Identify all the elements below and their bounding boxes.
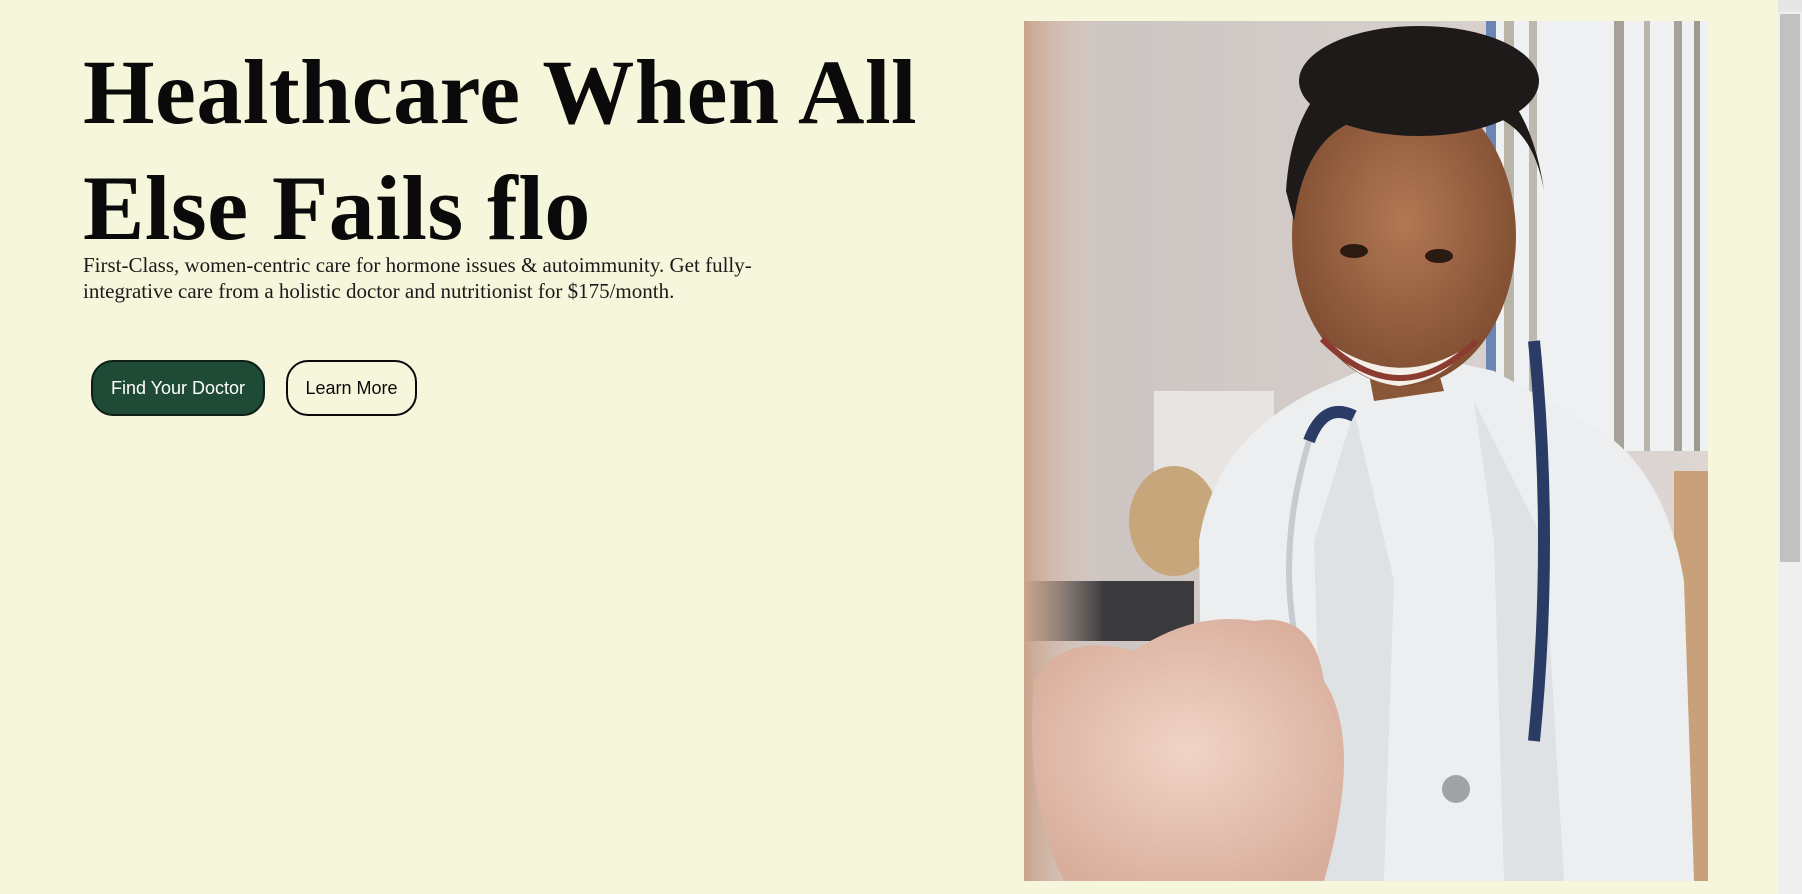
vertical-scrollbar[interactable] bbox=[1778, 0, 1802, 894]
hero-subtitle: First-Class, women-centric care for horm… bbox=[83, 253, 752, 303]
doctor-photo bbox=[1024, 21, 1708, 881]
hero-title: Healthcare When All Else Fails flo bbox=[83, 41, 918, 259]
page-viewport: Healthcare When All Else Fails flo First… bbox=[0, 0, 1778, 894]
find-your-doctor-button[interactable]: Find Your Doctor bbox=[91, 360, 265, 416]
scrollbar-thumb[interactable] bbox=[1780, 14, 1800, 562]
scroll-up-arrow-icon[interactable] bbox=[1778, 0, 1802, 12]
learn-more-button[interactable]: Learn More bbox=[286, 360, 417, 416]
